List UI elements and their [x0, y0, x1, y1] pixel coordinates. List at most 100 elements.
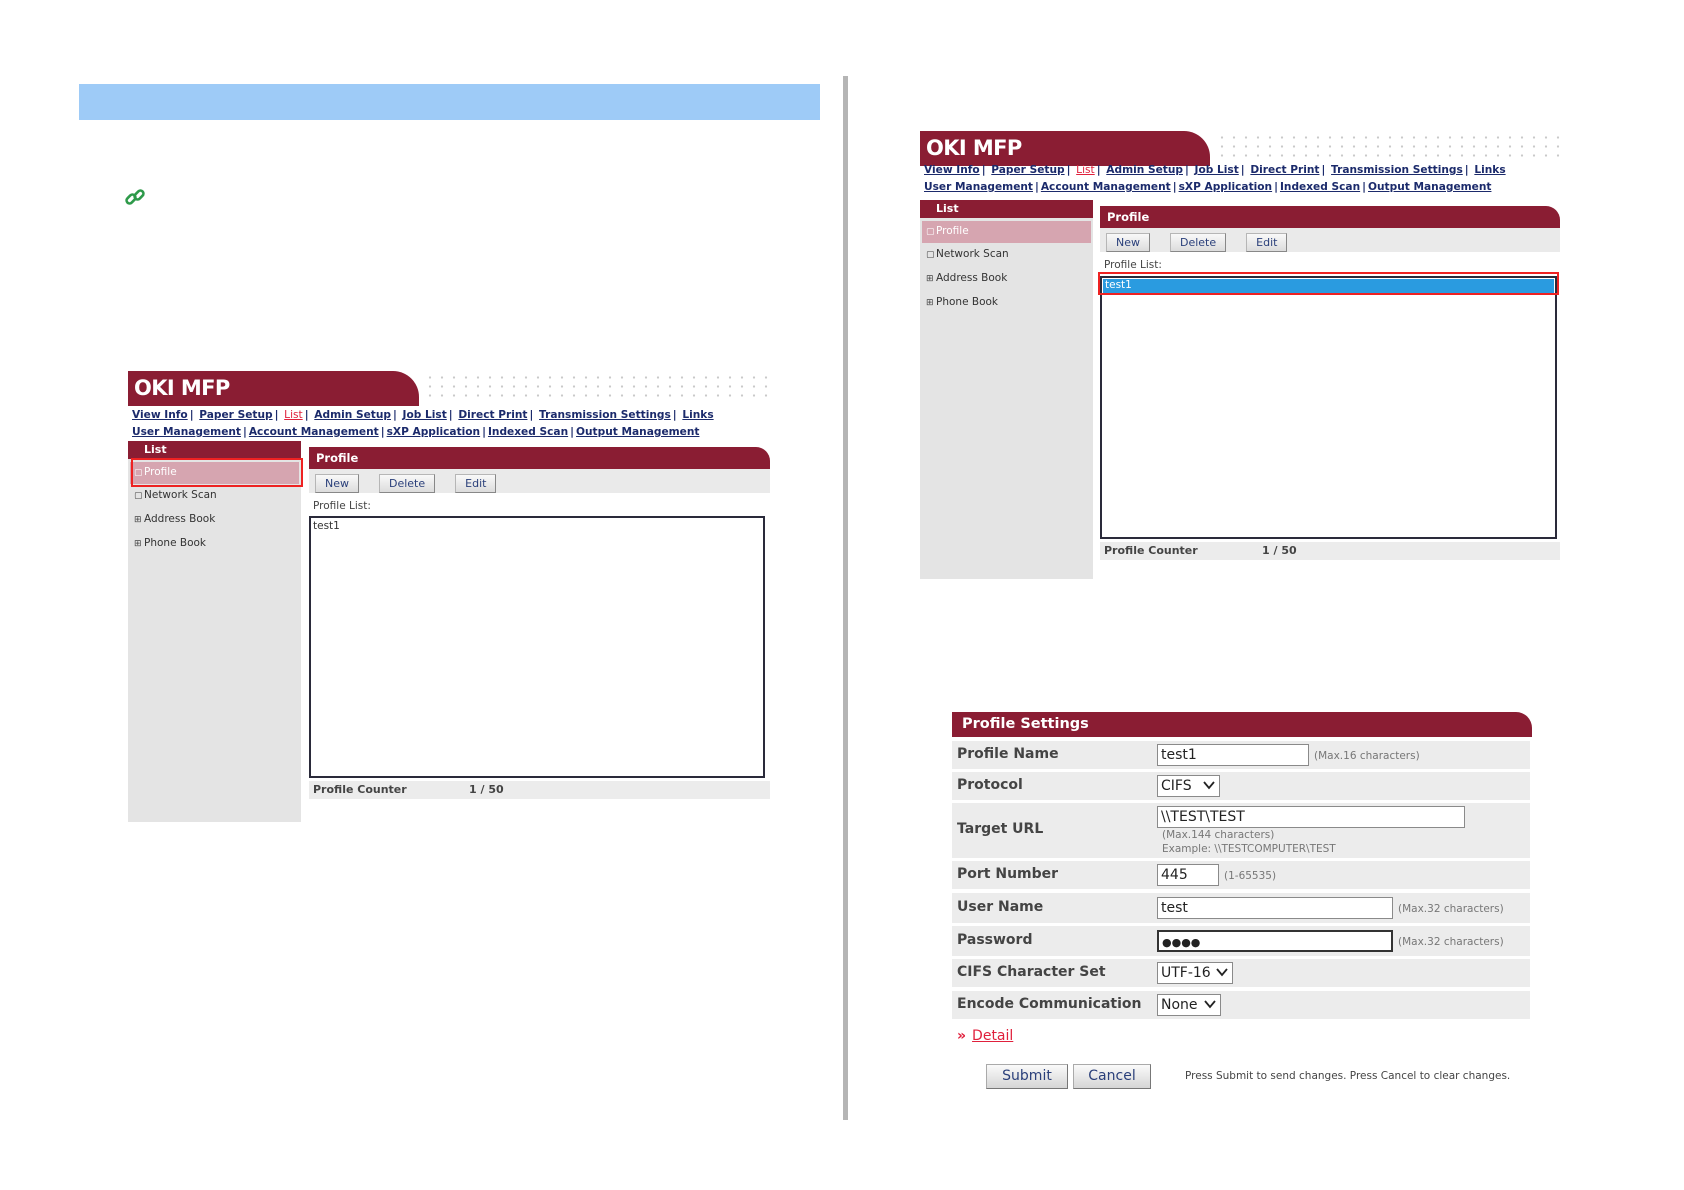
nav-admin-setup[interactable]: Admin Setup — [314, 409, 391, 421]
checkbox-icon: ▢ — [926, 250, 935, 260]
counter-label: Profile Counter — [313, 783, 407, 796]
port-number-input[interactable]: 445 — [1157, 864, 1219, 886]
row-target-url: Target URL \\TEST\TEST (Max.144 characte… — [952, 803, 1530, 858]
nav-account-management[interactable]: Account Management — [1041, 181, 1171, 193]
new-button[interactable]: New — [1106, 233, 1150, 252]
row-user-name: User Name test (Max.32 characters) — [952, 893, 1530, 923]
nav-view-info[interactable]: View Info — [132, 409, 188, 421]
nav-paper-setup[interactable]: Paper Setup — [991, 164, 1064, 176]
nav-transmission-settings[interactable]: Transmission Settings — [1331, 164, 1463, 176]
chevron-down-icon — [1216, 968, 1228, 977]
cifs-charset-select[interactable]: UTF-16 — [1157, 962, 1233, 984]
nav-row-1: View Info | Paper Setup | List | Admin Setu… — [132, 409, 714, 421]
profile-listbox[interactable]: test1 — [1100, 276, 1557, 539]
link-icon[interactable] — [123, 185, 147, 209]
nav-account-management[interactable]: Account Management — [249, 426, 379, 438]
profile-panel: Profile New Delete Edit Profile List: — [1100, 206, 1560, 274]
password-label: Password — [957, 932, 1033, 948]
double-chevron-icon: » — [957, 1028, 967, 1044]
counter-value: 1 / 50 — [1262, 544, 1297, 557]
brand-logo: OKI MFP — [128, 371, 419, 406]
nav-sxp-application[interactable]: sXP Application — [387, 426, 481, 438]
highlight-profile-item — [131, 458, 303, 487]
nav-links[interactable]: Links — [1474, 164, 1505, 176]
sidebar-item-network-scan[interactable]: ▢Network Scan — [920, 243, 1093, 267]
detail-link-row: » Detail — [957, 1028, 1013, 1044]
profile-toolbar: New Delete Edit — [309, 469, 770, 493]
nav-transmission-settings[interactable]: Transmission Settings — [539, 409, 671, 421]
nav-user-management[interactable]: User Management — [132, 426, 241, 438]
nav-direct-print[interactable]: Direct Print — [1250, 164, 1319, 176]
protocol-value: CIFS — [1161, 778, 1192, 794]
nav-links[interactable]: Links — [682, 409, 713, 421]
cifs-charset-label: CIFS Character Set — [957, 964, 1106, 980]
sidebar-item-label: Profile — [936, 225, 969, 237]
user-name-label: User Name — [957, 899, 1044, 915]
sidebar-item-phone-book[interactable]: ⊞ Phone Book — [920, 291, 1093, 315]
nav-paper-setup[interactable]: Paper Setup — [199, 409, 272, 421]
user-name-input[interactable]: test — [1157, 897, 1393, 919]
mfp-panel-left: OKI MFP View Info | Paper Setup | List | Ad… — [128, 371, 770, 822]
profile-settings-title: Profile Settings — [952, 712, 1532, 737]
nav-list[interactable]: List — [1076, 164, 1095, 176]
sidebar-item-phone-book[interactable]: ⊞ Phone Book — [128, 532, 301, 556]
counter-label: Profile Counter — [1104, 544, 1198, 557]
profile-name-input[interactable]: test1 — [1157, 744, 1309, 766]
profile-listbox[interactable]: test1 — [309, 516, 765, 778]
nav-row-2: User Management | Account Management | sXP A… — [132, 426, 700, 438]
counter-value: 1 / 50 — [469, 783, 504, 796]
nav-admin-setup[interactable]: Admin Setup — [1106, 164, 1183, 176]
nav-sxp-application[interactable]: sXP Application — [1179, 181, 1273, 193]
protocol-select[interactable]: CIFS — [1157, 775, 1220, 797]
nav-indexed-scan[interactable]: Indexed Scan — [1280, 181, 1360, 193]
sidebar-item-label: Address Book — [144, 513, 216, 525]
profile-name-label: Profile Name — [957, 746, 1059, 762]
delete-button[interactable]: Delete — [1170, 233, 1227, 252]
edit-button[interactable]: Edit — [455, 474, 497, 493]
nav-view-info[interactable]: View Info — [924, 164, 980, 176]
target-url-hint-example: Example: \\TESTCOMPUTER\TEST — [1162, 843, 1336, 855]
nav-output-management[interactable]: Output Management — [1368, 181, 1491, 193]
nav-job-list[interactable]: Job List — [403, 409, 447, 421]
new-button[interactable]: New — [315, 474, 359, 493]
nav-output-management[interactable]: Output Management — [576, 426, 699, 438]
cancel-button[interactable]: Cancel — [1073, 1064, 1151, 1089]
password-input[interactable]: ●●●● — [1157, 930, 1393, 952]
profile-title: Profile — [309, 447, 770, 469]
chevron-down-icon — [1204, 1000, 1216, 1009]
sidebar-item-label: Network Scan — [936, 248, 1009, 260]
nav-direct-print[interactable]: Direct Print — [458, 409, 527, 421]
target-url-input[interactable]: \\TEST\TEST — [1157, 806, 1465, 828]
dot-pattern — [424, 373, 770, 403]
expand-icon: ⊞ — [926, 274, 934, 284]
profile-panel: Profile New Delete Edit Profile List: — [309, 447, 770, 515]
encode-communication-label: Encode Communication — [957, 996, 1142, 1012]
port-number-label: Port Number — [957, 866, 1059, 882]
sidebar-item-address-book[interactable]: ⊞ Address Book — [920, 267, 1093, 291]
encode-communication-select[interactable]: None — [1157, 994, 1221, 1016]
row-cifs-charset: CIFS Character Set UTF-16 — [952, 959, 1530, 987]
submit-note: Press Submit to send changes. Press Canc… — [1185, 1070, 1511, 1082]
mfp-panel-right: OKI MFP View Info | Paper Setup | List | Ad… — [920, 131, 1560, 579]
nav-row-2: User Management | Account Management | sXP A… — [924, 181, 1492, 193]
profile-name-hint: (Max.16 characters) — [1314, 750, 1420, 762]
nav-list[interactable]: List — [284, 409, 303, 421]
sidebar-item-profile[interactable]: ▢Profile — [922, 221, 1091, 243]
nav-indexed-scan[interactable]: Indexed Scan — [488, 426, 568, 438]
list-item[interactable]: test1 — [311, 518, 763, 534]
sidebar-title: List — [920, 200, 1093, 218]
row-profile-name: Profile Name test1 (Max.16 characters) — [952, 741, 1530, 769]
sidebar-item-network-scan[interactable]: ▢Network Scan — [128, 484, 301, 508]
submit-button[interactable]: Submit — [986, 1064, 1068, 1089]
profile-counter: Profile Counter 1 / 50 — [309, 781, 770, 799]
sidebar-item-address-book[interactable]: ⊞ Address Book — [128, 508, 301, 532]
protocol-label: Protocol — [957, 777, 1023, 793]
port-number-hint: (1-65535) — [1224, 870, 1277, 882]
nav-job-list[interactable]: Job List — [1195, 164, 1239, 176]
profile-list-label: Profile List: — [313, 500, 371, 512]
nav-user-management[interactable]: User Management — [924, 181, 1033, 193]
detail-link[interactable]: Detail — [972, 1028, 1013, 1044]
edit-button[interactable]: Edit — [1246, 233, 1288, 252]
cifs-charset-value: UTF-16 — [1161, 965, 1211, 981]
delete-button[interactable]: Delete — [379, 474, 436, 493]
